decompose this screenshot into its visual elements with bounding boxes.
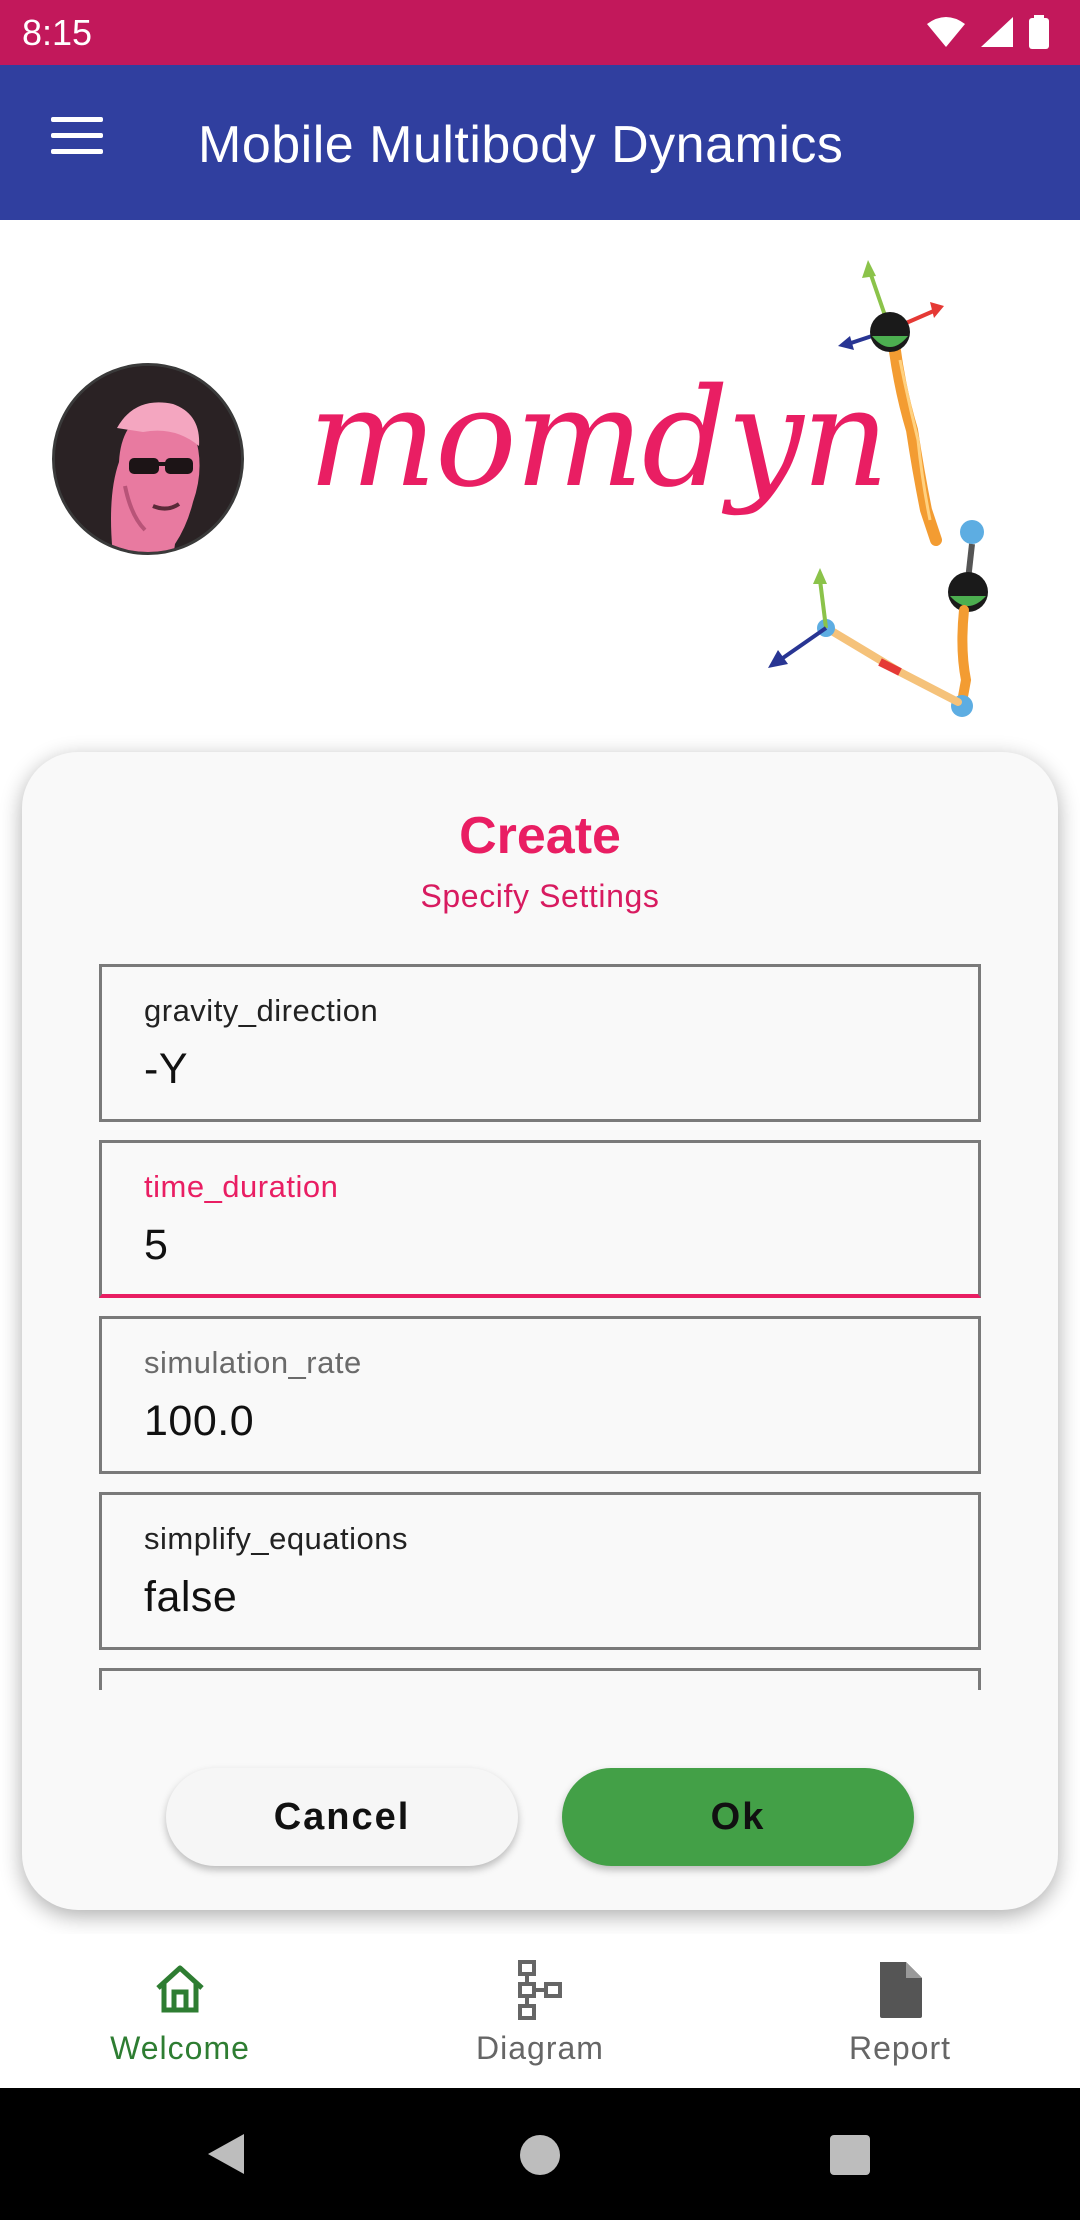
dialog-title: Create: [459, 807, 621, 865]
system-navigation-bar: [0, 2088, 1080, 2220]
field-label: time_duration: [144, 1169, 339, 1204]
hero-banner: momdyn: [0, 220, 1080, 740]
wifi-icon: [927, 17, 965, 47]
create-dialog: Create Specify Settings gravity_directio…: [22, 752, 1058, 1910]
avatar-image: [55, 366, 241, 552]
status-icons: [926, 14, 1050, 50]
field-value: 100.0: [144, 1397, 255, 1445]
cancel-button[interactable]: Cancel: [166, 1768, 518, 1866]
recents-icon[interactable]: [829, 2134, 871, 2176]
field-label: simplify_equations: [144, 1521, 409, 1556]
dialog-subtitle: Specify Settings: [420, 878, 660, 914]
field-label: gravity_direction: [144, 993, 379, 1028]
diagram-icon: [518, 1960, 562, 2020]
back-icon[interactable]: [206, 2132, 246, 2176]
document-icon: [880, 1962, 922, 2018]
hamburger-icon: [51, 117, 103, 122]
nav-label: Welcome: [110, 2030, 250, 2066]
bottom-navigation: Welcome Diagram Report: [0, 1934, 1080, 2088]
nav-label: Diagram: [476, 2030, 604, 2066]
status-bar: 8:15: [0, 0, 1080, 65]
settings-list[interactable]: gravity_direction -Y time_duration 5 sim…: [99, 964, 981, 1690]
field-value: -Y: [144, 1045, 188, 1093]
field-label: simulation_rate: [144, 1345, 362, 1380]
app-bar: Mobile Multibody Dynamics: [0, 65, 1080, 220]
battery-icon: [1029, 15, 1049, 49]
field-value: 5: [144, 1221, 169, 1269]
multibody-mechanism-graphic: [768, 260, 988, 717]
ok-button[interactable]: Ok: [562, 1768, 914, 1866]
menu-button[interactable]: [40, 117, 114, 169]
nav-item-report[interactable]: Report: [720, 1934, 1080, 2088]
nav-item-diagram[interactable]: Diagram: [360, 1934, 720, 2088]
time-duration-field[interactable]: time_duration 5: [99, 1140, 981, 1298]
app-title: Mobile Multibody Dynamics: [198, 116, 844, 174]
nav-label: Report: [848, 2030, 952, 2066]
signal-icon: [981, 17, 1013, 47]
simulation-rate-field[interactable]: simulation_rate 100.0: [99, 1316, 981, 1474]
simplify-equations-field[interactable]: simplify_equations false: [99, 1492, 981, 1650]
gravity-direction-field[interactable]: gravity_direction -Y: [99, 964, 981, 1122]
field-value: false: [144, 1573, 238, 1621]
home-circle-icon[interactable]: [519, 2134, 561, 2176]
avatar: [52, 363, 244, 555]
status-time: 8:15: [22, 12, 93, 53]
next-field-partial[interactable]: [99, 1668, 981, 1690]
home-icon: [156, 1965, 204, 2013]
nav-item-welcome[interactable]: Welcome: [0, 1934, 360, 2088]
